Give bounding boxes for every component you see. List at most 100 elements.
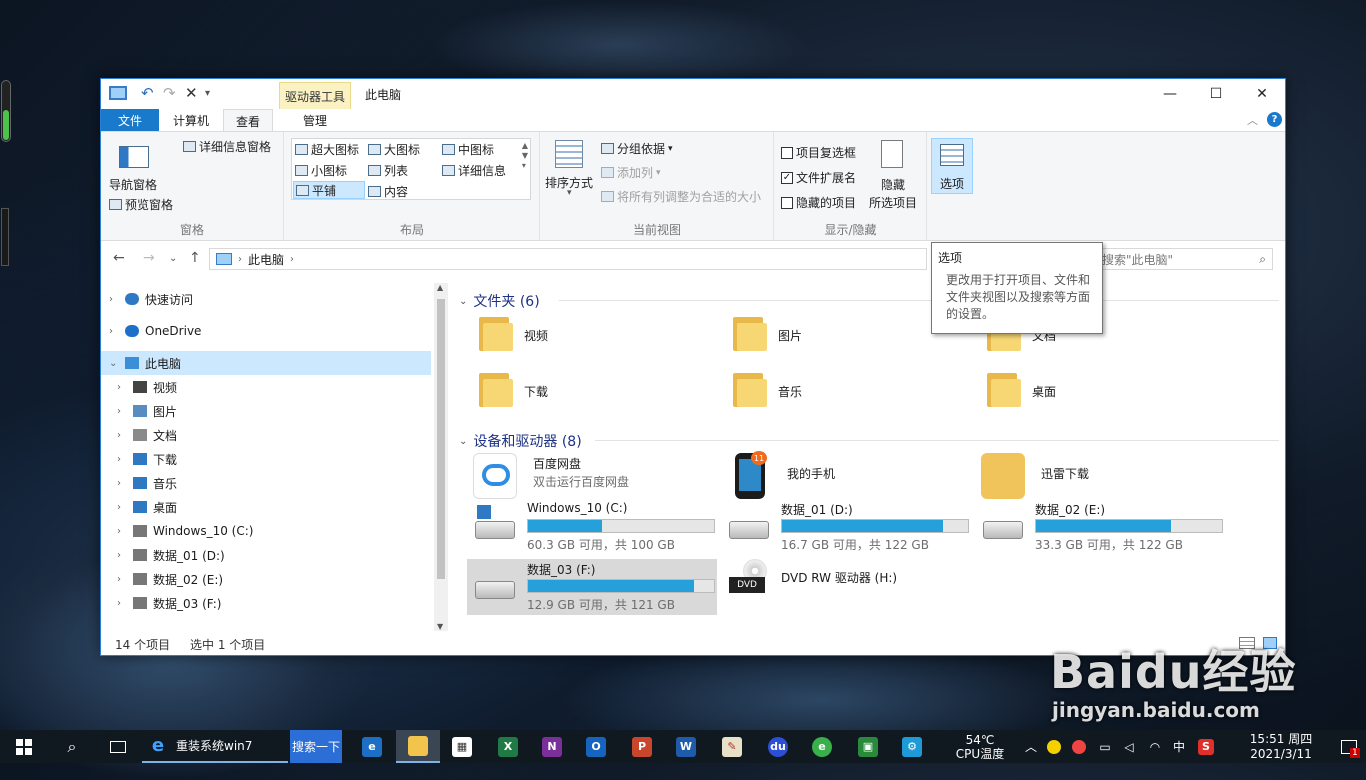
system-drive-icon[interactable] [475, 521, 515, 539]
taskbar-app-edge[interactable]: e [350, 730, 394, 763]
help-icon[interactable]: ? [1267, 112, 1282, 127]
redo-icon[interactable]: ↷ [163, 84, 176, 102]
tree-item[interactable]: › 快速访问 [101, 287, 431, 311]
layout-tiles[interactable]: 平铺 [293, 181, 365, 199]
tree-item[interactable]: › 音乐 [101, 471, 431, 495]
drive-label[interactable]: 数据_02 (E:) [1035, 501, 1105, 518]
chevron-right-icon[interactable]: › [117, 550, 121, 561]
taskbar-app-store[interactable]: ▦ [442, 730, 482, 763]
music-folder-icon[interactable] [733, 369, 769, 409]
collapse-ribbon-icon[interactable]: ︿ [1247, 112, 1258, 128]
tree-scrollbar[interactable]: ▲ ▼ [434, 283, 448, 631]
preview-pane-button[interactable]: 预览窗格 [109, 196, 173, 213]
tree-item[interactable]: › 数据_02 (E:) [101, 567, 431, 591]
start-button[interactable] [0, 730, 48, 763]
pictures-folder-icon[interactable] [733, 313, 769, 353]
chevron-right-icon[interactable]: › [109, 326, 113, 337]
taskbar-app-excel[interactable]: X [488, 730, 528, 763]
chevron-right-icon[interactable]: › [117, 574, 121, 585]
taskbar-app-explorer[interactable] [396, 730, 440, 763]
options-button[interactable]: 选项 [931, 138, 973, 194]
navigation-pane-icon[interactable] [119, 146, 149, 168]
taskbar-app-outlook[interactable]: O [576, 730, 616, 763]
navigation-pane-button[interactable]: 导航窗格 [109, 176, 157, 193]
taskbar-app-baidu[interactable]: du [758, 730, 798, 763]
app-label[interactable]: 百度网盘 [533, 455, 581, 472]
chevron-right-icon[interactable]: › [117, 406, 121, 417]
search-input[interactable]: 搜索"此电脑" ⌕ [1097, 248, 1273, 270]
tree-item[interactable]: › 桌面 [101, 495, 431, 519]
hidden-items-toggle[interactable]: 隐藏的项目 [781, 194, 856, 211]
chevron-right-icon[interactable]: › [117, 454, 121, 465]
cpu-temp-widget[interactable]: 54℃ CPU温度 [946, 730, 1014, 763]
app-label[interactable]: 迅雷下载 [1041, 465, 1089, 482]
tree-item[interactable]: ⌄ 此电脑 [101, 351, 431, 375]
show-hidden-icons-button[interactable]: ︿ [1022, 730, 1040, 763]
group-by-button[interactable]: 分组依据 ▾ [601, 140, 673, 157]
folder-label[interactable]: 音乐 [778, 383, 802, 400]
taskbar-app-image[interactable]: ▣ [848, 730, 888, 763]
scroll-down-icon[interactable]: ▼ [437, 622, 443, 631]
tab-view[interactable]: 查看 [223, 109, 273, 132]
taskbar-app-word[interactable]: W [666, 730, 706, 763]
tray-icon[interactable]: ▭ [1094, 730, 1116, 763]
layout-medium-icons[interactable]: 中图标 [442, 141, 494, 158]
taskbar-app-settings[interactable]: ⚙ [892, 730, 932, 763]
drive-label[interactable]: 数据_03 (F:) [527, 561, 595, 578]
up-arrow-icon[interactable]: ↑ [189, 250, 201, 266]
volume-button[interactable]: ◁ [1118, 730, 1140, 763]
taskbar-app-paint[interactable]: ✎ [712, 730, 752, 763]
breadcrumb-this-pc[interactable]: 此电脑 [248, 251, 284, 268]
baidu-netdisk-icon[interactable] [473, 453, 517, 499]
search-once-button[interactable]: 搜索一下 [290, 730, 342, 763]
chevron-right-icon[interactable]: › [117, 478, 121, 489]
chevron-right-icon[interactable]: › [117, 502, 121, 513]
tree-item[interactable]: › 图片 [101, 399, 431, 423]
layout-details[interactable]: 详细信息 [442, 162, 506, 179]
folder-label[interactable]: 视频 [524, 327, 548, 344]
layout-extra-large-icons[interactable]: 超大图标 [295, 141, 359, 158]
video-folder-icon[interactable] [479, 313, 515, 353]
tray-icon[interactable]: S [1194, 730, 1218, 763]
xunlei-icon[interactable] [981, 453, 1025, 499]
layout-large-icons[interactable]: 大图标 [368, 141, 420, 158]
action-center-button[interactable]: 1 [1336, 730, 1362, 763]
tab-manage[interactable]: 管理 [279, 109, 351, 131]
download-folder-icon[interactable] [479, 369, 515, 409]
taskbar-app-onenote[interactable]: N [532, 730, 572, 763]
chevron-down-icon[interactable]: ⌄ [109, 358, 117, 369]
chevron-right-icon[interactable]: › [117, 382, 121, 393]
back-arrow-icon[interactable]: ← [113, 250, 125, 266]
tray-icon[interactable] [1044, 730, 1064, 763]
hide-selected-line2[interactable]: 所选项目 [869, 194, 917, 211]
layout-small-icons[interactable]: 小图标 [295, 162, 347, 179]
item-checkboxes-toggle[interactable]: 项目复选框 [781, 144, 856, 161]
hide-selected-line1[interactable]: 隐藏 [881, 176, 905, 193]
desktop-folder-icon[interactable] [987, 369, 1023, 409]
drive-label[interactable]: 数据_01 (D:) [781, 501, 853, 518]
quick-access-dropdown-icon[interactable]: ▾ [205, 88, 210, 99]
scroll-up-icon[interactable]: ▲ [437, 283, 443, 292]
folder-label[interactable]: 桌面 [1032, 383, 1056, 400]
clock[interactable]: 15:51 周四 2021/3/11 [1240, 730, 1322, 763]
tree-item[interactable]: › 文档 [101, 423, 431, 447]
phone-icon[interactable]: 11 [735, 451, 767, 499]
drive-label[interactable]: Windows_10 (C:) [527, 501, 627, 515]
taskbar-app-360[interactable]: e [802, 730, 842, 763]
forward-arrow-icon[interactable]: → [143, 250, 155, 266]
chevron-right-icon[interactable]: › [109, 294, 113, 305]
tree-item[interactable]: › 数据_01 (D:) [101, 543, 431, 567]
layout-content[interactable]: 内容 [368, 183, 408, 200]
folder-label[interactable]: 图片 [778, 327, 802, 344]
maximize-button[interactable]: ☐ [1193, 79, 1239, 109]
layout-list[interactable]: 列表 [368, 162, 408, 179]
tree-item[interactable]: › OneDrive [101, 319, 431, 343]
details-pane-button[interactable]: 详细信息窗格 [183, 138, 271, 155]
drive-icon[interactable] [983, 521, 1023, 539]
minimize-button[interactable]: — [1147, 79, 1193, 109]
ie-window-button[interactable]: e 重装系统win7 [142, 730, 288, 763]
chevron-right-icon[interactable]: › [117, 526, 121, 537]
folders-section-header[interactable]: ⌄ 文件夹 (6) [459, 291, 540, 311]
task-view-button[interactable] [96, 730, 140, 763]
gallery-scroll-icon[interactable]: ▲ ▼ ▾ [522, 141, 528, 171]
